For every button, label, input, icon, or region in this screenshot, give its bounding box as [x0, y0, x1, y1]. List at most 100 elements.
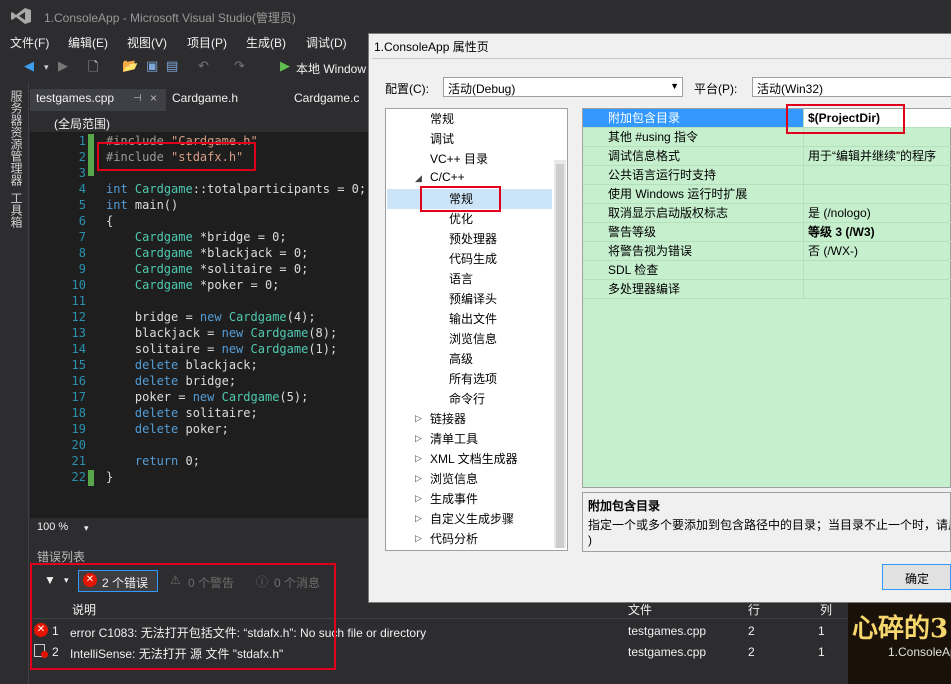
save-all-icon[interactable]: ▤ — [166, 58, 178, 74]
line-number: 11 — [71, 294, 86, 308]
tree-item[interactable]: 生成事件 — [430, 490, 478, 507]
highlight-include-stdafx — [97, 142, 256, 171]
menu-build[interactable]: 生成(B) — [246, 34, 286, 51]
tree-item[interactable]: 语言 — [449, 270, 473, 287]
tree-item[interactable]: 清单工具 — [430, 430, 478, 447]
property-value[interactable] — [803, 185, 951, 204]
start-debug-icon[interactable]: ▶ — [280, 58, 290, 74]
tree-item[interactable]: VC++ 目录 — [430, 150, 488, 167]
tree-scrollbar-thumb[interactable] — [556, 164, 564, 548]
window-title: 1.ConsoleApp - Microsoft Visual Studio(管… — [44, 11, 296, 25]
tree-item[interactable]: 所有选项 — [449, 370, 497, 387]
tree-item[interactable]: 调试 — [430, 130, 454, 147]
property-name[interactable]: 取消显示启动版权标志 — [583, 204, 803, 223]
error-file: testgames.cpp — [628, 645, 707, 659]
property-name[interactable]: 调试信息格式 — [583, 147, 803, 166]
property-value[interactable] — [803, 280, 951, 299]
tab-cardgame-cpp[interactable]: Cardgame.c — [294, 91, 359, 105]
collapsed-arrow-icon[interactable]: ▷ — [415, 413, 422, 424]
save-icon[interactable]: ▣ — [146, 58, 158, 74]
tree-item[interactable]: 浏览信息 — [449, 330, 497, 347]
menu-project[interactable]: 项目(P) — [187, 34, 227, 51]
tree-item[interactable]: 浏览信息 — [430, 470, 478, 487]
collapsed-arrow-icon[interactable]: ▷ — [415, 513, 422, 524]
error-line: 2 — [748, 645, 755, 659]
column-line[interactable]: 行 — [748, 601, 760, 618]
tree-item[interactable]: 常规 — [430, 110, 454, 127]
line-number: 8 — [78, 246, 86, 260]
zoom-level[interactable]: 100 % — [37, 521, 68, 533]
config-select[interactable]: 活动(Debug) ▼ — [443, 77, 683, 97]
tree-item[interactable]: C/C++ — [430, 170, 465, 184]
server-explorer-tab[interactable]: 服务器资源管理器 — [8, 90, 25, 186]
scope-dropdown[interactable]: (全局范围) — [54, 115, 110, 132]
property-value[interactable] — [803, 261, 951, 280]
close-tab-icon[interactable]: × — [150, 91, 157, 105]
collapsed-arrow-icon[interactable]: ▷ — [415, 433, 422, 444]
tree-item[interactable]: 预编译头 — [449, 290, 497, 307]
expanded-arrow-icon[interactable]: ◢ — [415, 173, 422, 184]
property-value[interactable]: 用于“编辑并继续”的程序 — [803, 147, 951, 166]
property-value[interactable]: 否 (/WX-) — [803, 242, 951, 261]
tree-item[interactable]: 自定义生成步骤 — [430, 510, 514, 527]
ok-button[interactable]: 确定 — [882, 564, 951, 590]
undo-icon[interactable]: ↶ — [198, 58, 209, 74]
property-name[interactable]: 公共语言运行时支持 — [583, 166, 803, 185]
column-col[interactable]: 列 — [820, 601, 832, 618]
property-name[interactable]: 使用 Windows 运行时扩展 — [583, 185, 803, 204]
collapsed-arrow-icon[interactable]: ▷ — [415, 453, 422, 464]
open-folder-icon[interactable]: 📂 — [122, 58, 138, 74]
tree-item[interactable]: 代码分析 — [430, 530, 478, 547]
line-number: 18 — [71, 406, 86, 420]
code-line: { — [106, 214, 114, 228]
menu-view[interactable]: 视图(V) — [127, 34, 167, 51]
pin-icon[interactable]: ⊣ — [133, 93, 142, 104]
property-value[interactable]: 是 (/nologo) — [803, 204, 951, 223]
tree-item[interactable]: 高级 — [449, 350, 473, 367]
tree-item[interactable]: XML 文档生成器 — [430, 450, 518, 467]
tree-item[interactable]: 优化 — [449, 210, 473, 227]
property-name[interactable]: 其他 #using 指令 — [583, 128, 803, 147]
code-line: delete blackjack; — [134, 358, 258, 372]
ok-button-label: 确定 — [905, 572, 930, 586]
back-icon[interactable]: ◀ — [24, 58, 34, 74]
code-line: int Cardgame::totalparticipants = 0; — [106, 182, 367, 196]
property-value[interactable]: 等级 3 (/W3) — [803, 223, 951, 242]
property-name[interactable]: 将警告视为错误 — [583, 242, 803, 261]
tree-item[interactable]: 预处理器 — [449, 230, 497, 247]
property-name[interactable]: 多处理器编译 — [583, 280, 803, 299]
visual-studio-logo — [11, 8, 31, 24]
redo-icon[interactable]: ↷ — [234, 58, 245, 74]
tab-cardgame-h[interactable]: Cardgame.h — [172, 91, 238, 105]
column-file[interactable]: 文件 — [628, 601, 652, 618]
tree-item[interactable]: 代码生成 — [449, 250, 497, 267]
property-name[interactable]: 附加包含目录 — [583, 109, 803, 128]
toolbox-tab[interactable]: 工具箱 — [8, 192, 25, 228]
highlight-include-dir-value — [786, 104, 905, 134]
tree-item[interactable]: 链接器 — [430, 410, 466, 427]
line-number: 21 — [71, 454, 86, 468]
collapsed-arrow-icon[interactable]: ▷ — [415, 473, 422, 484]
collapsed-arrow-icon[interactable]: ▷ — [415, 533, 422, 544]
zoom-dropdown-icon[interactable]: ▾ — [84, 523, 89, 534]
line-number: 10 — [71, 278, 86, 292]
new-project-icon[interactable]: 🗋 — [88, 58, 98, 80]
forward-icon[interactable]: ▶ — [58, 58, 68, 74]
run-target-label[interactable]: 本地 Window — [296, 60, 366, 77]
tree-item[interactable]: 命令行 — [449, 390, 485, 407]
back-dropdown-icon[interactable]: ▾ — [44, 62, 49, 73]
code-line: delete solitaire; — [134, 406, 258, 420]
code-line: Cardgame *poker = 0; — [134, 278, 280, 292]
property-name[interactable]: 警告等级 — [583, 223, 803, 242]
description-text-2: ) — [588, 533, 592, 547]
chevron-down-icon: ▼ — [670, 81, 679, 91]
property-name[interactable]: SDL 检查 — [583, 261, 803, 280]
menu-debug[interactable]: 调试(D) — [306, 34, 347, 51]
collapsed-arrow-icon[interactable]: ▷ — [415, 493, 422, 504]
platform-select[interactable]: 活动(Win32) — [752, 77, 951, 97]
tree-item[interactable]: 输出文件 — [449, 310, 497, 327]
menu-file[interactable]: 文件(F) — [10, 34, 49, 51]
property-value[interactable] — [803, 166, 951, 185]
menu-edit[interactable]: 编辑(E) — [68, 34, 108, 51]
error-line: 2 — [748, 624, 755, 638]
